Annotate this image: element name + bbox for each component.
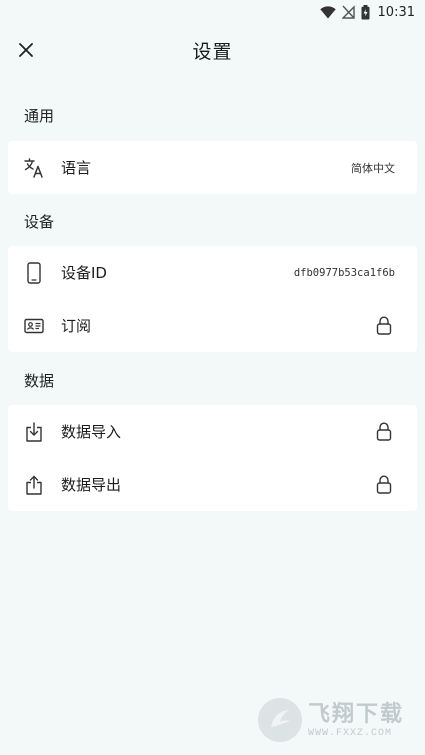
- subscription-row[interactable]: 订阅: [8, 299, 417, 352]
- language-value: 简体中文: [351, 161, 395, 175]
- export-icon: [24, 475, 44, 495]
- data-export-label: 数据导出: [61, 476, 122, 494]
- lock-icon: [375, 316, 393, 336]
- card-device: 设备ID dfb0977b53ca1f6b 订阅: [8, 246, 417, 352]
- data-import-label: 数据导入: [61, 423, 122, 441]
- lock-icon: [375, 422, 393, 442]
- translate-icon: [24, 157, 44, 178]
- card-general: 语言 简体中文: [8, 141, 417, 194]
- import-icon: [24, 421, 44, 442]
- card-data: 数据导入 数据导出: [8, 405, 417, 511]
- data-export-row[interactable]: 数据导出: [8, 458, 417, 511]
- no-signal-icon: [341, 5, 355, 19]
- language-row[interactable]: 语言 简体中文: [8, 141, 417, 194]
- battery-icon: [361, 4, 370, 20]
- page-title: 设置: [192, 41, 233, 63]
- watermark-main: 飞翔下载: [308, 701, 405, 727]
- device-id-label: 设备ID: [61, 264, 107, 282]
- section-header-device: 设备: [24, 213, 55, 231]
- device-id-row[interactable]: 设备ID dfb0977b53ca1f6b: [8, 246, 417, 299]
- phone-icon: [24, 261, 44, 284]
- lock-icon: [375, 475, 393, 495]
- watermark: 飞翔下载 WWW.FXXZ.COM: [258, 694, 418, 746]
- watermark-sub: WWW.FXXZ.COM: [308, 727, 393, 739]
- section-header-general: 通用: [24, 107, 55, 125]
- subscription-label: 订阅: [61, 317, 92, 335]
- data-import-row[interactable]: 数据导入: [8, 405, 417, 458]
- app-bar: 设置: [0, 24, 425, 76]
- section-header-data: 数据: [24, 372, 55, 390]
- watermark-logo-icon: [258, 698, 302, 742]
- wifi-icon: [319, 5, 336, 19]
- watermark-text: 飞翔下载 WWW.FXXZ.COM: [308, 702, 404, 739]
- language-label: 语言: [61, 159, 92, 177]
- status-bar: 10:31: [0, 0, 425, 24]
- id-card-icon: [24, 316, 44, 336]
- status-time: 10:31: [377, 4, 415, 20]
- device-id-value: dfb0977b53ca1f6b: [293, 266, 395, 279]
